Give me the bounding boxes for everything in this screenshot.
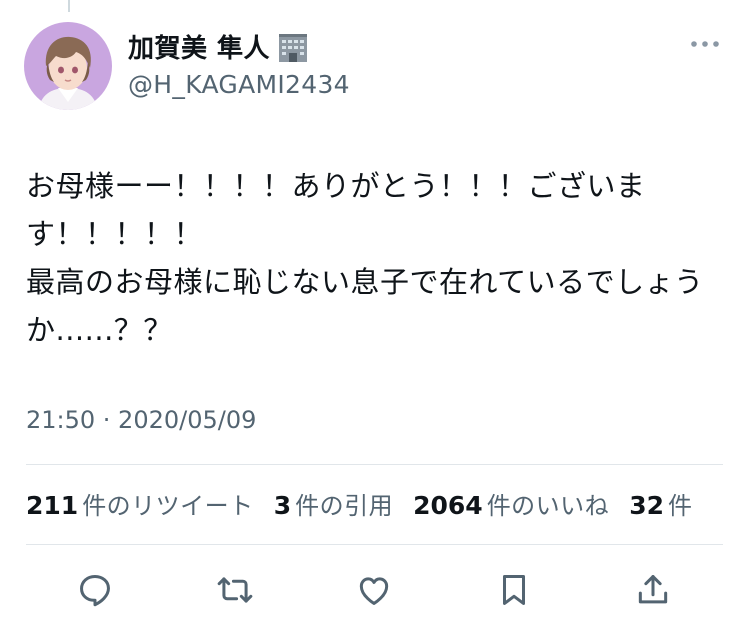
thread-connector-line [68,0,70,12]
like-count-stat[interactable]: 2064 件のいいね [413,486,609,521]
display-name-text: 加賀美 隼人 [128,34,271,64]
divider [26,544,723,545]
tweet-text: お母様ーー！！！！ありがとう！！！ございます！！！！！ 最高のお母様に恥じない息… [26,169,704,347]
like-icon [359,577,389,605]
stat-count: 211 [26,491,79,520]
avatar[interactable] [24,22,112,110]
tweet-action-bar [0,568,749,612]
bookmark-button[interactable] [492,568,536,612]
engagement-stats: 211 件のリツイート 3 件の引用 2064 件のいいね 32 件 [26,486,712,521]
stat-label: 件の引用 [295,492,394,520]
retweet-button[interactable] [213,568,257,612]
stat-label: 件のいいね [486,492,610,520]
reply-icon [80,575,110,607]
share-icon [638,575,668,604]
stat-count: 32 [629,491,664,520]
stat-label: 件のリツイート [82,492,254,520]
bookmark-icon [502,575,526,605]
stat-label: 件 [667,492,693,520]
divider [26,464,723,465]
stat-count: 3 [273,491,292,520]
share-button[interactable] [631,568,675,612]
reply-button[interactable] [73,568,117,612]
office-building-icon [276,30,310,64]
tweet-timestamp[interactable]: 21:50 · 2020/05/09 [26,406,256,434]
retweet-icon [217,577,253,603]
like-button[interactable] [352,568,396,612]
stat-count: 2064 [413,491,483,520]
display-name[interactable]: 加賀美 隼人 [128,28,310,65]
quote-count-stat[interactable]: 3 件の引用 [274,486,393,521]
retweet-count-stat[interactable]: 211 件のリツイート [26,486,254,521]
user-handle[interactable]: @H_KAGAMI2434 [128,70,350,99]
more-horizontal-icon[interactable] [689,34,721,54]
bookmark-count-stat[interactable]: 32 件 [629,486,692,521]
